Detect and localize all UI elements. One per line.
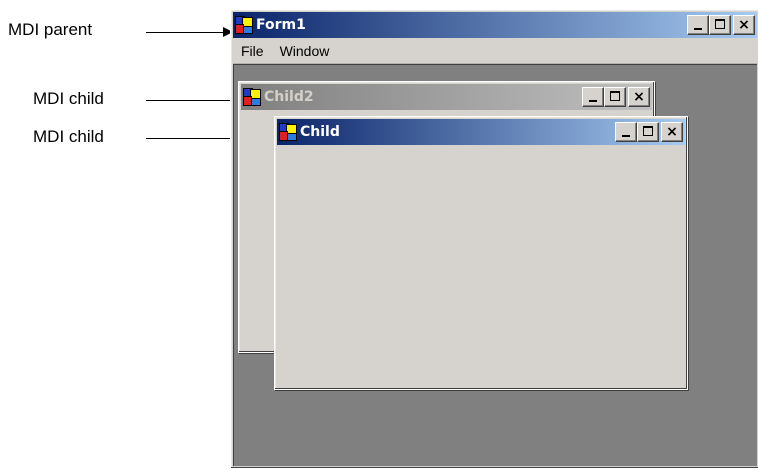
child-app-icon[interactable]	[279, 123, 297, 141]
menu-file[interactable]: File	[233, 43, 272, 59]
callout-mdi-child-2: MDI child	[33, 89, 104, 108]
menu-bar: File Window	[233, 39, 757, 64]
parent-title-bar[interactable]: Form1 ×	[233, 12, 757, 38]
maximize-icon	[715, 19, 725, 29]
maximize-icon	[610, 91, 620, 101]
callout-mdi-child: MDI child	[33, 127, 104, 146]
minimize-icon	[622, 135, 630, 137]
parent-title: Form1	[256, 17, 306, 33]
close-icon: ×	[633, 89, 645, 105]
app-icon[interactable]	[235, 16, 253, 34]
child-minimize-button[interactable]	[615, 122, 637, 142]
parent-maximize-button[interactable]	[709, 15, 731, 35]
child2-maximize-button[interactable]	[604, 87, 626, 107]
child2-close-button[interactable]: ×	[628, 87, 650, 107]
child2-title: Child2	[264, 89, 314, 105]
close-icon: ×	[666, 124, 678, 140]
close-icon: ×	[738, 17, 750, 33]
mdi-child-window[interactable]: Child ×	[274, 116, 688, 390]
minimize-icon	[589, 100, 597, 102]
child2-app-icon[interactable]	[243, 88, 261, 106]
menu-window[interactable]: Window	[272, 43, 338, 59]
callout-mdi-parent: MDI parent	[8, 20, 93, 39]
child-title: Child	[300, 124, 340, 140]
child2-title-bar[interactable]: Child2 ×	[241, 84, 652, 110]
maximize-icon	[643, 126, 653, 136]
child-close-button[interactable]: ×	[661, 122, 683, 142]
child-maximize-button[interactable]	[637, 122, 659, 142]
callout-arrow-parent	[146, 27, 233, 37]
child-title-bar[interactable]: Child ×	[277, 119, 685, 145]
minimize-icon	[694, 28, 702, 30]
parent-close-button[interactable]: ×	[733, 15, 755, 35]
parent-minimize-button[interactable]	[687, 15, 709, 35]
child2-minimize-button[interactable]	[582, 87, 604, 107]
